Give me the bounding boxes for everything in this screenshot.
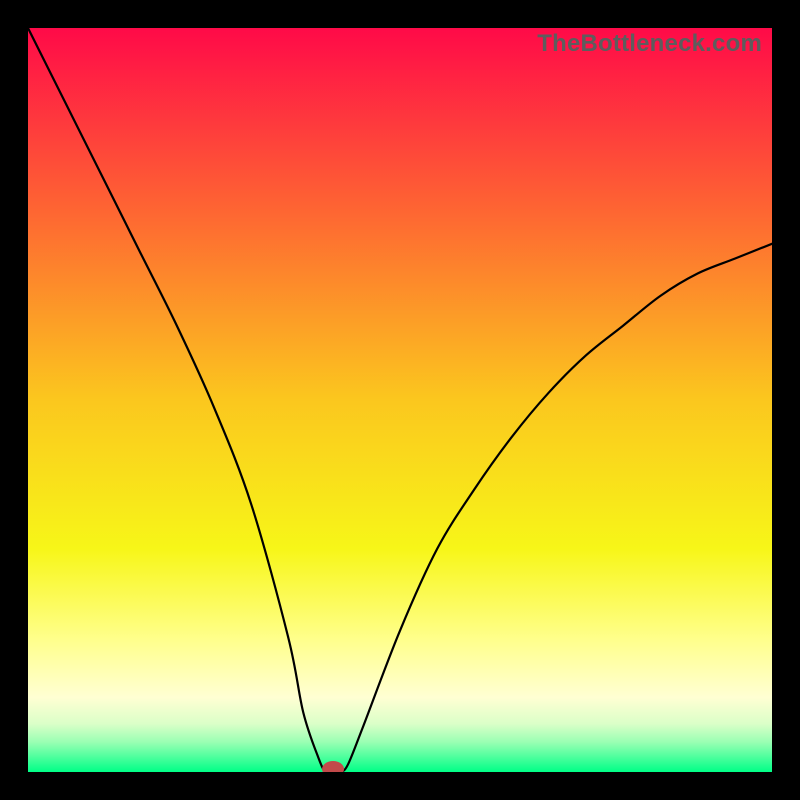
chart-svg bbox=[28, 28, 772, 772]
plot-area: TheBottleneck.com bbox=[28, 28, 772, 772]
chart-frame: TheBottleneck.com bbox=[0, 0, 800, 800]
gradient-background bbox=[28, 28, 772, 772]
watermark-text: TheBottleneck.com bbox=[537, 30, 762, 58]
